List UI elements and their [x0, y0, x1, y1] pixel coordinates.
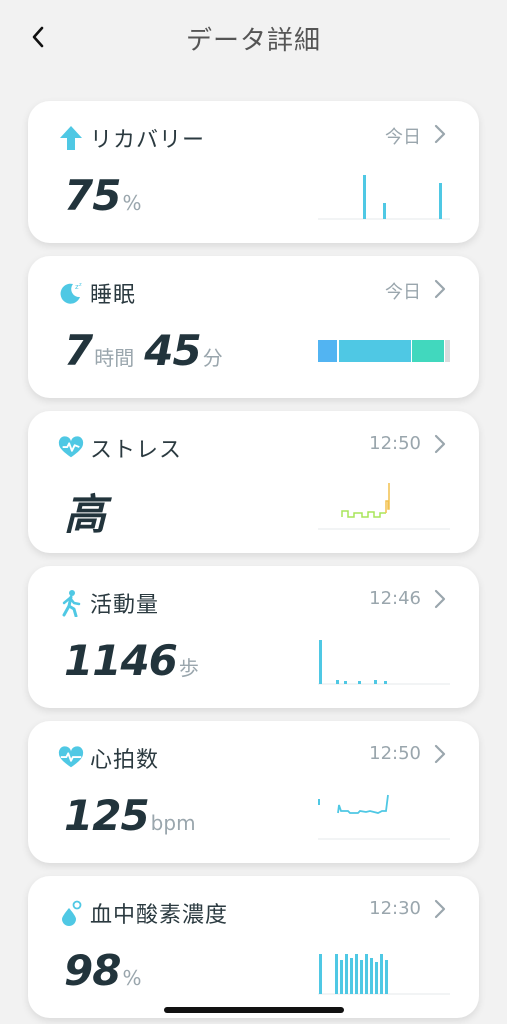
chevron-right-icon — [434, 434, 446, 454]
sleep-minutes: 45 — [144, 326, 201, 375]
activity-time: 12:46 — [369, 588, 421, 609]
activity-mini-chart — [318, 640, 450, 685]
spo2-label: 血中酸素濃度 — [90, 903, 229, 928]
activity-value-row: 1146 歩 — [64, 636, 199, 685]
spo2-value: 98 — [64, 946, 121, 995]
recovery-label: リカバリー — [90, 128, 206, 153]
activity-label: 活動量 — [90, 593, 160, 618]
spo2-time: 12:30 — [369, 898, 421, 919]
page-title: データ詳細 — [185, 26, 321, 56]
stress-mini-chart — [318, 483, 450, 530]
header: データ詳細 — [0, 0, 507, 80]
activity-card[interactable]: 活動量 12:46 1146 歩 — [28, 566, 479, 708]
heart-rate-value: 125 — [64, 791, 150, 840]
activity-value: 1146 — [64, 636, 178, 685]
chevron-right-icon — [434, 589, 446, 609]
sleep-stage-bar — [318, 340, 450, 362]
heart-rate-card[interactable]: 心拍数 12:50 125 bpm — [28, 721, 479, 863]
arrow-up-icon — [58, 125, 84, 151]
recovery-value: 75 — [64, 171, 121, 220]
sleep-hours-unit: 時間 — [94, 346, 135, 370]
stress-time: 12:50 — [369, 433, 421, 454]
recovery-mini-chart — [318, 175, 450, 220]
chevron-right-icon — [434, 124, 446, 144]
recovery-value-row: 75 % — [64, 171, 141, 220]
activity-unit: 歩 — [178, 656, 199, 680]
heart-rate-label: 心拍数 — [90, 748, 160, 773]
heart-rate-time: 12:50 — [369, 743, 421, 764]
heart-monitor-icon — [58, 435, 84, 461]
chevron-right-icon — [434, 899, 446, 919]
heart-rate-value-row: 125 bpm — [64, 791, 196, 840]
spo2-value-row: 98 % — [64, 946, 141, 995]
recovery-time: 今日 — [385, 127, 421, 148]
recovery-card[interactable]: リカバリー 今日 75 % — [28, 101, 479, 243]
sleep-hours: 7 — [64, 326, 93, 375]
heart-pulse-icon — [58, 745, 84, 771]
moon-icon: z z — [58, 280, 84, 306]
stress-label: ストレス — [90, 438, 183, 463]
chevron-right-icon — [434, 279, 446, 299]
sleep-value-row: 7 時間 45 分 — [64, 326, 223, 375]
water-drop-icon — [58, 900, 84, 926]
spo2-card[interactable]: 血中酸素濃度 12:30 98 % — [28, 876, 479, 1018]
chevron-right-icon — [434, 744, 446, 764]
svg-text:z: z — [79, 282, 82, 288]
sleep-card[interactable]: z z 睡眠 今日 7 時間 45 分 — [28, 256, 479, 398]
sleep-time: 今日 — [385, 282, 421, 303]
sleep-minutes-unit: 分 — [202, 346, 223, 370]
stress-card[interactable]: ストレス 12:50 高 — [28, 411, 479, 553]
recovery-unit: % — [122, 191, 142, 215]
spo2-mini-chart — [318, 954, 450, 995]
walking-person-icon — [58, 590, 84, 617]
stress-value-row: 高 — [64, 481, 106, 542]
stress-value: 高 — [64, 490, 106, 539]
home-indicator[interactable] — [164, 1007, 344, 1013]
spo2-unit: % — [122, 966, 142, 990]
heart-rate-unit: bpm — [150, 811, 196, 835]
sleep-label: 睡眠 — [90, 283, 137, 308]
heart-rate-mini-chart — [318, 794, 450, 840]
